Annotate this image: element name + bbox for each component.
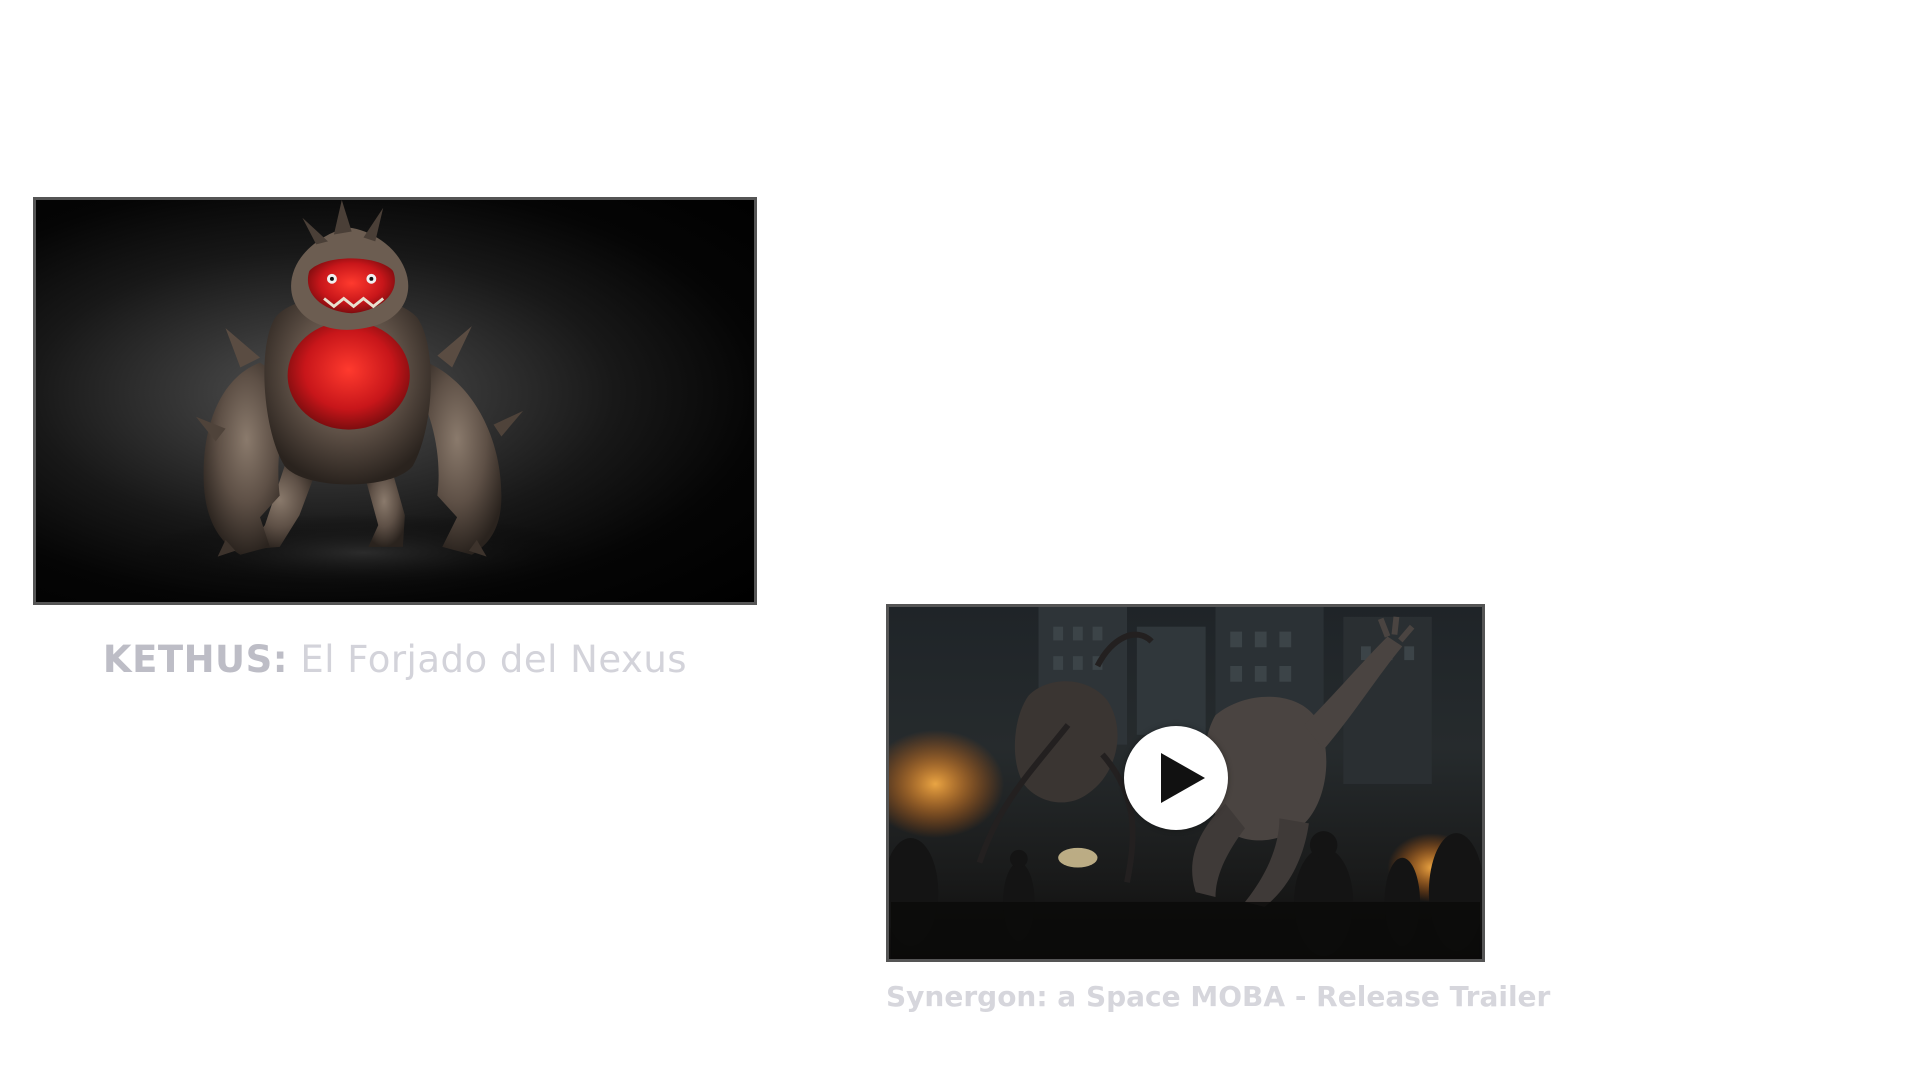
video-thumbnail-kethus[interactable]	[33, 197, 757, 605]
video-thumbnail-synergon[interactable]	[886, 604, 1485, 962]
video-title-kethus-strong: KETHUS:	[102, 638, 289, 681]
page: KETHUS: El Forjado del Nexus Synergon: a…	[0, 0, 1920, 1080]
video-title-kethus[interactable]: KETHUS: El Forjado del Nexus	[33, 638, 757, 681]
play-button[interactable]	[1124, 726, 1228, 830]
kethus-monster-illustration	[136, 200, 591, 593]
play-icon	[1161, 753, 1205, 803]
video-title-synergon[interactable]: Synergon: a Space MOBA - Release Trailer	[886, 980, 1550, 1013]
video-title-kethus-rest: El Forjado del Nexus	[300, 638, 688, 681]
